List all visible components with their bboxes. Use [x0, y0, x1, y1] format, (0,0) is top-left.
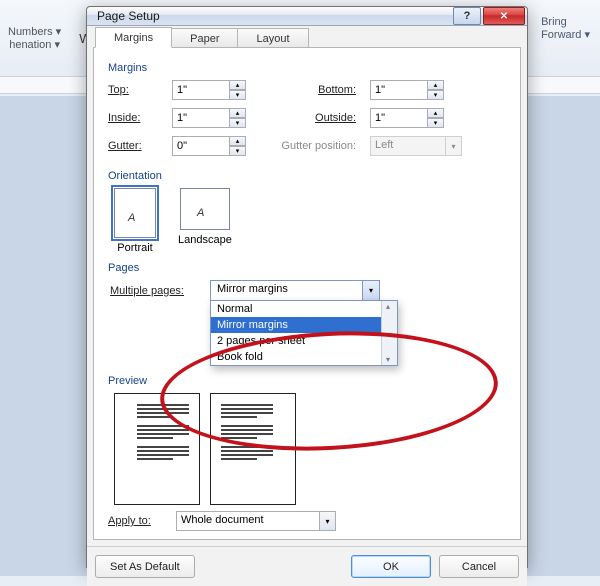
multiple-pages-value: Mirror margins [211, 281, 362, 300]
ok-button[interactable]: OK [351, 555, 431, 578]
gutterpos-label: Gutter position: [270, 140, 364, 152]
multiple-pages-dropdown: Normal Mirror margins 2 pages per sheet … [210, 300, 398, 366]
chevron-down-icon: ▾ [446, 136, 462, 156]
inside-label: Inside: [108, 112, 166, 124]
dropdown-option-bookfold[interactable]: Book fold [211, 349, 397, 365]
gutterpos-select: Left ▾ [370, 136, 462, 156]
apply-to-select[interactable]: Whole document ▾ [176, 511, 336, 531]
margins-label: Margins [108, 62, 506, 74]
gutter-label: Gutter: [108, 140, 166, 152]
svg-text:A: A [196, 207, 204, 219]
tab-margins[interactable]: Margins [95, 27, 172, 48]
orientation-group: A Portrait A Landscape [114, 188, 506, 254]
cancel-button[interactable]: Cancel [439, 555, 519, 578]
spin-up-icon[interactable]: ▴ [230, 80, 246, 90]
landscape-icon: A [180, 188, 230, 230]
help-button[interactable] [453, 7, 481, 25]
portrait-icon: A [114, 188, 156, 238]
bottom-label: Bottom: [270, 84, 364, 96]
orientation-landscape[interactable]: A Landscape [178, 188, 232, 254]
top-spinner[interactable]: ▴▾ [172, 80, 264, 100]
set-as-default-button[interactable]: Set As Default [95, 555, 195, 578]
tab-layout[interactable]: Layout [237, 28, 308, 48]
dropdown-option-2pages[interactable]: 2 pages per sheet [211, 333, 397, 349]
top-input[interactable] [172, 80, 230, 100]
page-setup-dialog: Page Setup Margins Paper Layout Margins … [86, 6, 528, 568]
preview-area [114, 393, 506, 505]
top-label: Top: [108, 84, 166, 96]
bottom-spinner[interactable]: ▴▾ [370, 80, 462, 100]
inside-spinner[interactable]: ▴▾ [172, 108, 264, 128]
bottom-input[interactable] [370, 80, 428, 100]
pages-label: Pages [108, 262, 506, 274]
tab-paper[interactable]: Paper [171, 28, 238, 48]
orientation-label: Orientation [108, 170, 506, 182]
close-button[interactable] [483, 7, 525, 25]
margins-grid: Top: ▴▾ Bottom: ▴▾ Inside: ▴▾ Outside: ▴… [108, 80, 506, 156]
preview-page-left [114, 393, 200, 505]
tab-body: Margins Top: ▴▾ Bottom: ▴▾ Inside: ▴▾ Ou… [93, 47, 521, 540]
apply-to-label: Apply to: [108, 515, 168, 527]
dropdown-option-normal[interactable]: Normal [211, 301, 397, 317]
multiple-pages-label: Multiple pages: [110, 285, 200, 297]
preview-page-right [210, 393, 296, 505]
dialog-footer: Set As Default OK Cancel [87, 546, 527, 586]
titlebar: Page Setup [87, 7, 527, 26]
outside-spinner[interactable]: ▴▾ [370, 108, 462, 128]
svg-text:A: A [127, 212, 135, 224]
orientation-portrait[interactable]: A Portrait [114, 188, 156, 254]
tabstrip: Margins Paper Layout [87, 26, 527, 47]
dropdown-scrollbar[interactable] [381, 301, 397, 365]
multiple-pages-combo[interactable]: Mirror margins ▾ Normal Mirror margins 2… [210, 280, 380, 301]
outside-label: Outside: [270, 112, 364, 124]
preview-label: Preview [108, 375, 506, 387]
ribbon-bring-forward: Bring Forward ▾ [541, 16, 590, 41]
chevron-down-icon[interactable]: ▾ [320, 511, 336, 531]
gutter-spinner[interactable]: ▴▾ [172, 136, 264, 156]
dialog-title: Page Setup [97, 9, 451, 23]
chevron-down-icon[interactable]: ▾ [362, 281, 379, 300]
spin-down-icon[interactable]: ▾ [230, 90, 246, 100]
dropdown-option-mirror[interactable]: Mirror margins [211, 317, 397, 333]
